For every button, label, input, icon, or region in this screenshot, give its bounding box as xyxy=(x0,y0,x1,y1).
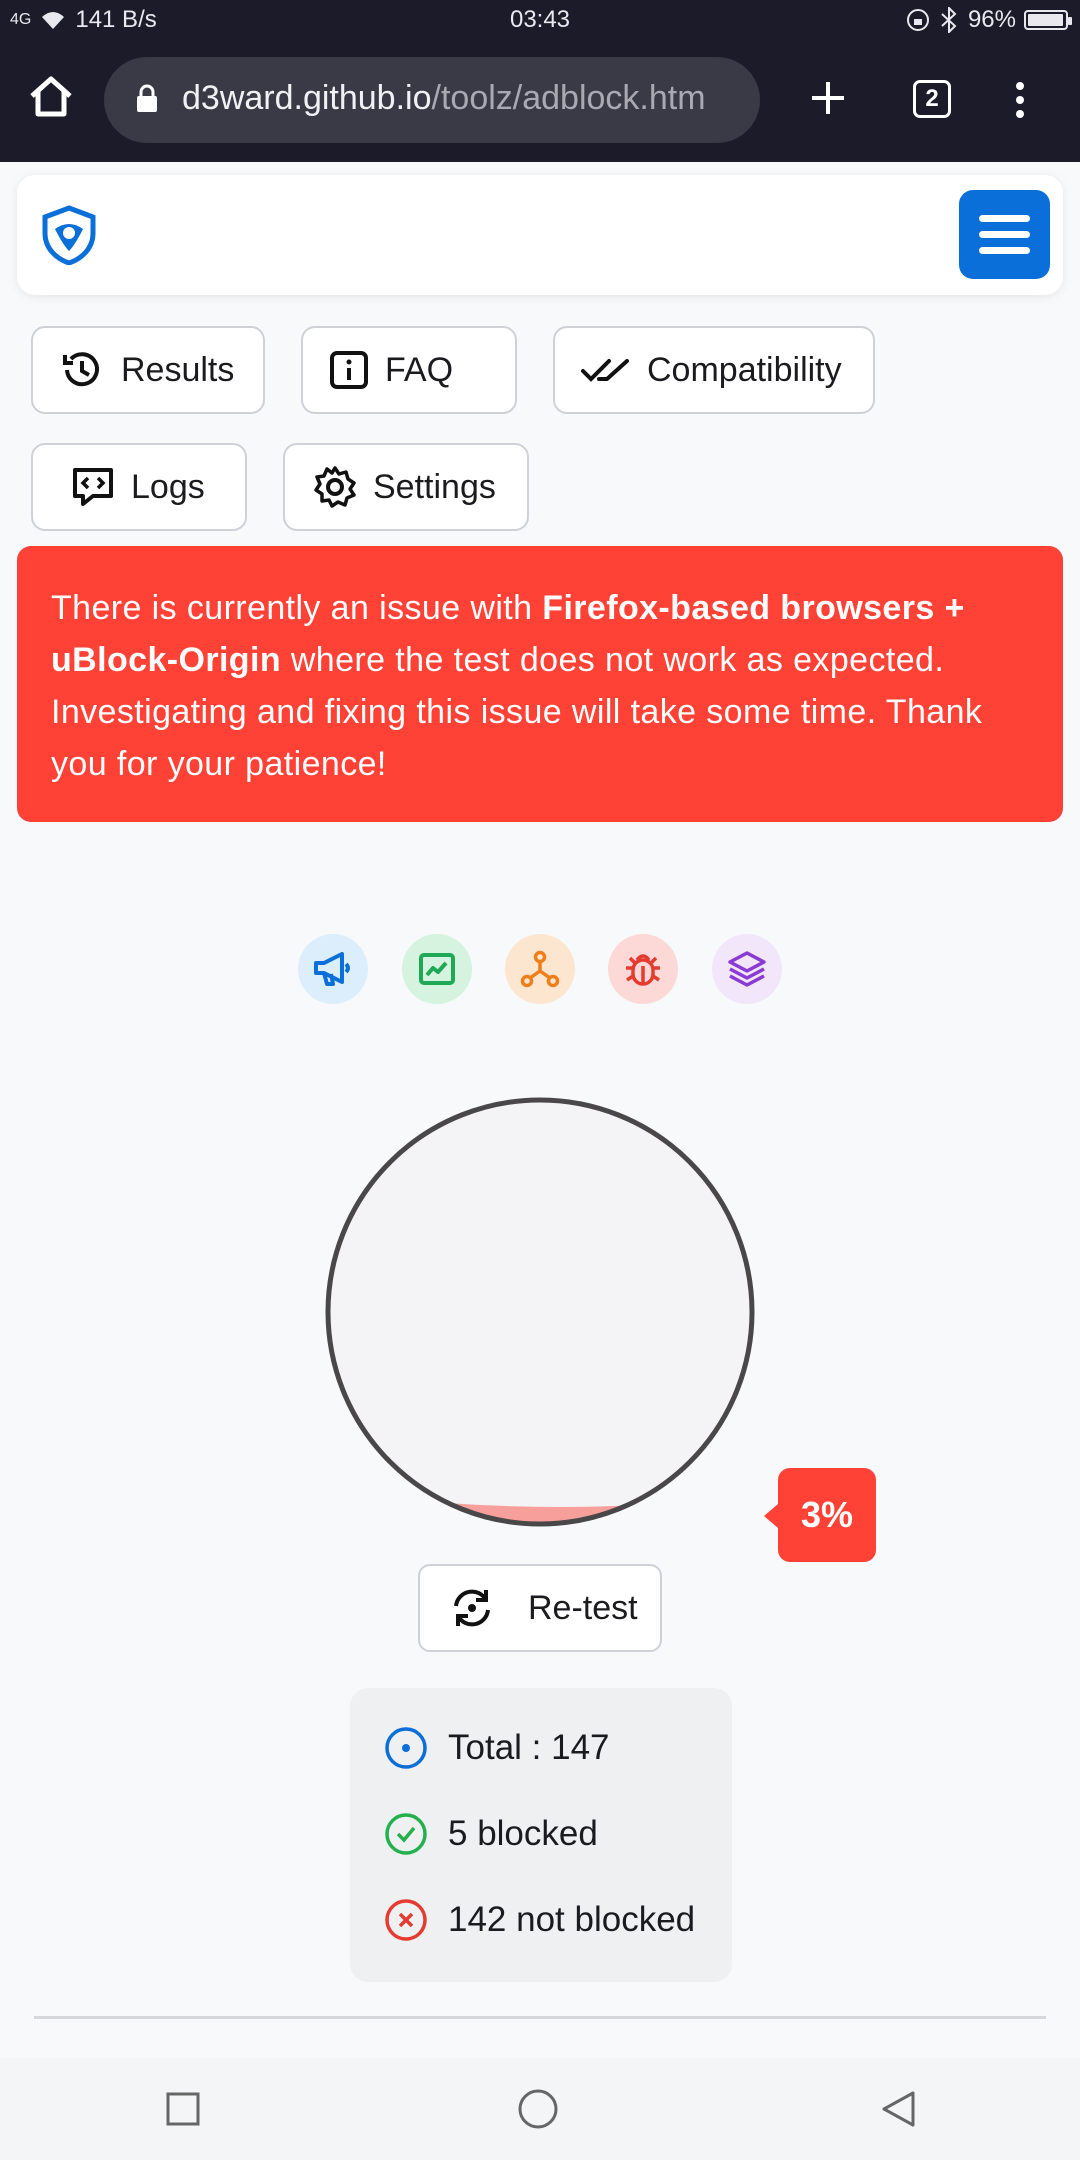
network-icon xyxy=(520,950,560,988)
address-bar[interactable]: d3ward.github.io/toolz/adblock.htm xyxy=(104,57,760,143)
system-navigation-bar xyxy=(0,2058,1080,2160)
stat-not-blocked: 142 not blocked xyxy=(384,1898,695,1942)
more-options-icon[interactable] xyxy=(1012,80,1028,120)
home-nav-icon[interactable] xyxy=(518,2089,558,2129)
battery-icon xyxy=(1024,10,1072,30)
bluetooth-icon xyxy=(941,7,957,33)
refresh-icon xyxy=(454,1589,490,1627)
results-label: Results xyxy=(121,350,235,389)
browser-toolbar: d3ward.github.io/toolz/adblock.htm 2 xyxy=(0,42,1080,162)
retest-label: Re-test xyxy=(528,1588,638,1627)
faq-label: FAQ xyxy=(385,350,454,389)
shield-logo-icon[interactable] xyxy=(41,205,97,265)
info-icon xyxy=(330,351,368,389)
recent-apps-icon[interactable] xyxy=(166,2092,200,2126)
blocked-label: 5 blocked xyxy=(448,1814,598,1853)
home-icon[interactable] xyxy=(26,72,76,122)
code-message-icon xyxy=(73,468,113,506)
results-button[interactable]: Results xyxy=(31,326,265,414)
analytics-category[interactable] xyxy=(402,934,472,1004)
total-label: Total : 147 xyxy=(448,1728,610,1767)
clock: 03:43 xyxy=(509,6,571,33)
double-check-icon xyxy=(581,359,629,382)
error-trackers-category[interactable] xyxy=(608,934,678,1004)
settings-label: Settings xyxy=(373,467,496,506)
logs-button[interactable]: Logs xyxy=(31,443,247,531)
logs-label: Logs xyxy=(131,467,205,506)
percent-badge: 3% xyxy=(764,1468,876,1562)
misc-category[interactable] xyxy=(712,934,782,1004)
stats-panel: Total : 147 5 blocked 142 not blocked xyxy=(350,1688,732,1982)
target-icon xyxy=(385,1727,427,1769)
ads-category[interactable] xyxy=(298,934,368,1004)
stat-total: Total : 147 xyxy=(384,1726,610,1770)
menu-button[interactable] xyxy=(959,190,1050,279)
compatibility-label: Compatibility xyxy=(647,350,842,389)
url-path: /toolz/adblock.htm xyxy=(431,79,706,117)
retest-button[interactable]: Re-test xyxy=(418,1564,662,1652)
layers-icon xyxy=(728,951,766,987)
x-circle-icon xyxy=(385,1899,427,1941)
section-divider xyxy=(34,2016,1046,2019)
compatibility-button[interactable]: Compatibility xyxy=(553,326,875,414)
tab-switcher-button[interactable]: 2 xyxy=(913,80,951,118)
rotation-lock-icon xyxy=(906,9,929,31)
firefox-issue-alert: There is currently an issue with Firefox… xyxy=(17,546,1063,822)
settings-button[interactable]: Settings xyxy=(283,443,529,531)
trackers-category[interactable] xyxy=(505,934,575,1004)
new-tab-icon[interactable] xyxy=(808,78,848,118)
alert-text-1: There is currently an issue with xyxy=(51,589,543,627)
result-gauge xyxy=(325,1097,755,1527)
megaphone-icon xyxy=(314,952,350,986)
gear-icon xyxy=(314,466,356,508)
analytics-icon xyxy=(419,953,455,985)
history-icon xyxy=(63,352,99,387)
bug-icon xyxy=(626,954,660,986)
check-circle-icon xyxy=(385,1813,427,1855)
url-text: d3ward.github.io/toolz/adblock.htm xyxy=(182,79,742,118)
stat-blocked: 5 blocked xyxy=(384,1812,598,1856)
battery-fill xyxy=(1028,14,1063,26)
faq-button[interactable]: FAQ xyxy=(301,326,517,414)
status-bar: 4G 141 B/s 03:43 96% xyxy=(0,0,1080,42)
battery-percent: 96% xyxy=(967,6,1016,33)
lock-icon xyxy=(137,84,157,112)
site-header xyxy=(17,175,1063,295)
not-blocked-label: 142 not blocked xyxy=(448,1900,696,1939)
back-icon[interactable] xyxy=(880,2090,916,2128)
url-host: d3ward.github.io xyxy=(182,79,432,117)
